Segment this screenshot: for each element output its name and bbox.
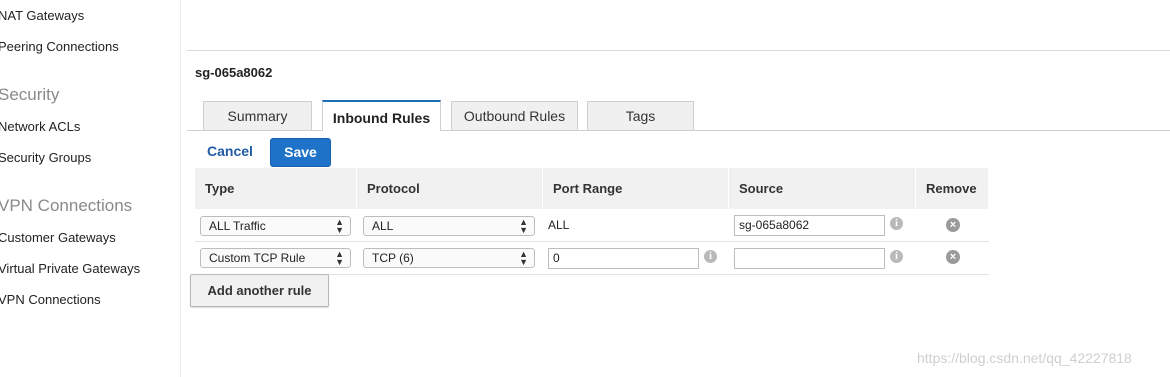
port-range-input[interactable]: 0 (548, 248, 699, 269)
type-select[interactable]: ALL Traffic ▲ ▼ (200, 216, 351, 236)
sidebar-item-virtual-private-gateways[interactable]: Virtual Private Gateways (0, 261, 140, 276)
tab-summary[interactable]: Summary (203, 101, 312, 130)
row-divider (195, 241, 989, 242)
column-header-source: Source (729, 168, 916, 209)
security-group-title: sg-065a8062 (195, 65, 273, 80)
sidebar-heading-vpn-connections: VPN Connections (0, 196, 133, 215)
column-header-protocol: Protocol (357, 168, 543, 209)
remove-rule-icon[interactable]: × (946, 250, 960, 264)
type-select-value: ALL Traffic (209, 219, 266, 233)
column-header-port-range: Port Range (543, 168, 729, 209)
remove-rule-icon[interactable]: × (946, 218, 960, 232)
sidebar-item-network-acls[interactable]: Network ACLs (0, 119, 80, 134)
sidebar: NAT Gateways Peering Connections Securit… (0, 0, 181, 377)
select-arrows-icon: ▲ ▼ (335, 249, 344, 267)
sidebar-item-nat-gateways[interactable]: NAT Gateways (0, 8, 84, 23)
sidebar-item-vpn-connections[interactable]: VPN Connections (0, 292, 101, 307)
protocol-select-value: ALL (372, 219, 394, 233)
column-header-remove: Remove (916, 168, 989, 209)
sidebar-item-peering-connections[interactable]: Peering Connections (0, 39, 119, 54)
save-button[interactable]: Save (270, 138, 331, 167)
port-range-value: ALL (548, 218, 570, 232)
source-input[interactable] (734, 248, 885, 269)
type-select-value: Custom TCP Rule (209, 251, 306, 265)
tab-inbound-rules[interactable]: Inbound Rules (322, 100, 441, 131)
cancel-button[interactable]: Cancel (207, 143, 253, 159)
info-icon: i (890, 217, 903, 230)
select-arrows-icon: ▲ ▼ (335, 217, 344, 235)
info-icon: i (704, 250, 717, 263)
sidebar-item-security-groups[interactable]: Security Groups (0, 150, 91, 165)
sidebar-item-customer-gateways[interactable]: Customer Gateways (0, 230, 116, 245)
sidebar-heading-security: Security (0, 85, 60, 104)
type-select[interactable]: Custom TCP Rule ▲ ▼ (200, 248, 351, 268)
tab-outbound-rules[interactable]: Outbound Rules (451, 101, 578, 130)
info-icon: i (890, 250, 903, 263)
protocol-select-value: TCP (6) (372, 251, 414, 265)
column-header-type: Type (195, 168, 357, 209)
watermark-text: https://blog.csdn.net/qq_42227818 (917, 350, 1132, 366)
select-arrows-icon: ▲ ▼ (519, 249, 528, 267)
source-input[interactable]: sg-065a8062 (734, 215, 885, 236)
select-arrows-icon: ▲ ▼ (519, 217, 528, 235)
divider (187, 50, 1170, 51)
add-another-rule-button[interactable]: Add another rule (190, 274, 329, 307)
protocol-select[interactable]: TCP (6) ▲ ▼ (363, 248, 535, 268)
tab-tags[interactable]: Tags (587, 101, 694, 130)
protocol-select[interactable]: ALL ▲ ▼ (363, 216, 535, 236)
